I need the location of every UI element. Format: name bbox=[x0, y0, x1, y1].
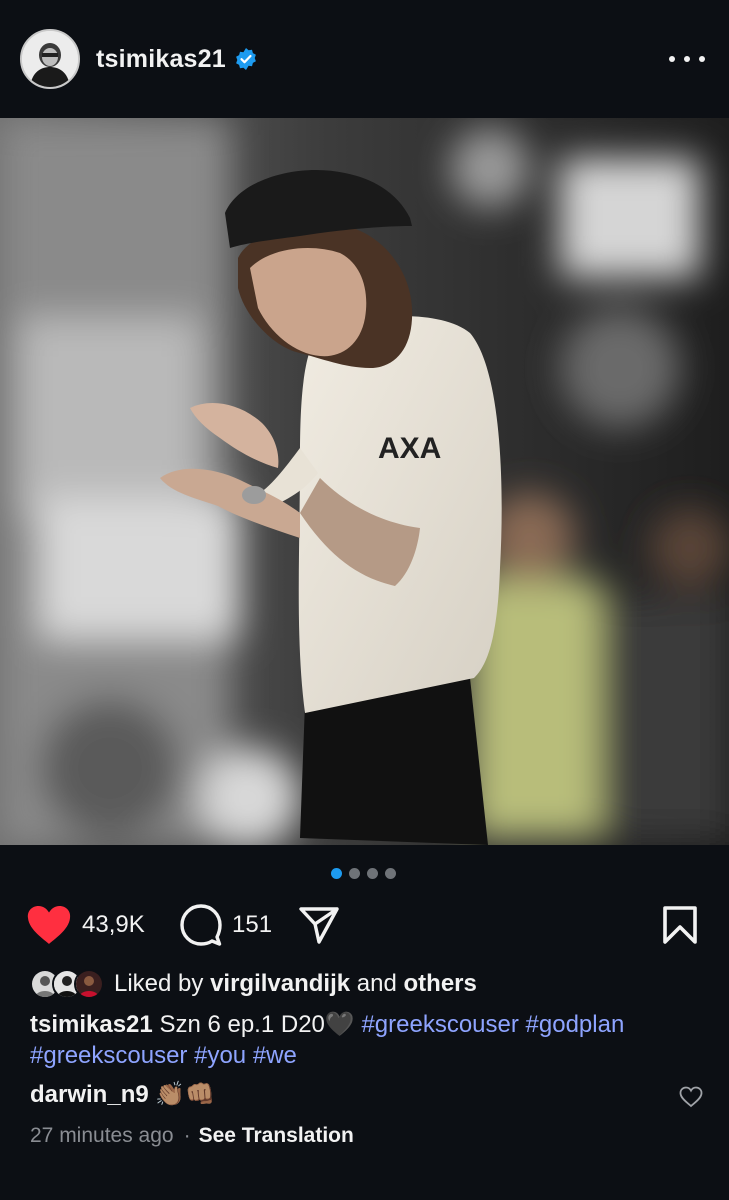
hashtag[interactable]: #greekscouser bbox=[30, 1042, 187, 1069]
caption-username[interactable]: tsimikas21 bbox=[30, 1011, 153, 1038]
comment-icon[interactable] bbox=[180, 904, 222, 946]
post-caption: tsimikas21 Szn 6 ep.1 D20🖤 #greekscouser… bbox=[30, 1009, 710, 1071]
post-meta: 27 minutes ago · See Translation bbox=[30, 1124, 354, 1148]
hashtag[interactable]: #we bbox=[253, 1042, 297, 1069]
comment-row: darwin_n9 👏🏽👊🏽 bbox=[30, 1080, 215, 1109]
like-group: 43,9K bbox=[26, 896, 145, 954]
svg-text:AXA: AXA bbox=[378, 432, 441, 465]
post-timestamp: 27 minutes ago bbox=[30, 1124, 174, 1147]
carousel-dot bbox=[385, 868, 396, 879]
avatar[interactable] bbox=[20, 29, 80, 89]
heart-filled-icon[interactable] bbox=[26, 905, 72, 945]
avatar-image bbox=[22, 31, 78, 87]
carousel-dot bbox=[331, 868, 342, 879]
carousel-dot bbox=[349, 868, 360, 879]
see-translation-link[interactable]: See Translation bbox=[199, 1124, 354, 1148]
comment-like-heart-icon[interactable] bbox=[679, 1086, 703, 1108]
avatar bbox=[74, 969, 104, 999]
post-username[interactable]: tsimikas21 bbox=[96, 45, 226, 74]
liked-by-prefix: Liked by bbox=[114, 970, 204, 997]
likes-count[interactable]: 43,9K bbox=[82, 911, 145, 939]
hashtag[interactable]: #godplan bbox=[526, 1011, 625, 1038]
post-photo[interactable]: AXA bbox=[0, 118, 729, 845]
more-options-icon[interactable] bbox=[669, 50, 705, 68]
liked-by-others[interactable]: others bbox=[404, 970, 477, 998]
liked-by-row[interactable]: Liked by virgilvandijk and others bbox=[30, 969, 477, 999]
liked-by-avatars bbox=[30, 969, 104, 999]
bookmark-icon[interactable] bbox=[662, 905, 698, 945]
meta-separator: · bbox=[183, 1124, 191, 1147]
save-group bbox=[662, 896, 698, 954]
liked-by-user[interactable]: virgilvandijk bbox=[210, 970, 350, 998]
comment-text: 👏🏽👊🏽 bbox=[155, 1081, 216, 1108]
liked-by-conj: and bbox=[356, 970, 397, 997]
post-header: tsimikas21 bbox=[0, 0, 729, 118]
share-paper-plane-icon[interactable] bbox=[298, 905, 340, 945]
hashtag[interactable]: #you bbox=[194, 1042, 246, 1069]
action-bar: 43,9K 151 bbox=[0, 896, 729, 954]
caption-text: Szn 6 ep.1 D20🖤 bbox=[159, 1011, 355, 1038]
hashtag[interactable]: #greekscouser bbox=[361, 1011, 518, 1038]
carousel-dot bbox=[367, 868, 378, 879]
comment-username[interactable]: darwin_n9 bbox=[30, 1081, 149, 1109]
photo-image: AXA bbox=[0, 118, 729, 845]
verified-badge-icon bbox=[235, 48, 256, 70]
share-group bbox=[298, 896, 340, 954]
comment-group: 151 bbox=[180, 896, 272, 954]
carousel-indicator bbox=[331, 868, 396, 879]
comments-count[interactable]: 151 bbox=[232, 911, 272, 939]
